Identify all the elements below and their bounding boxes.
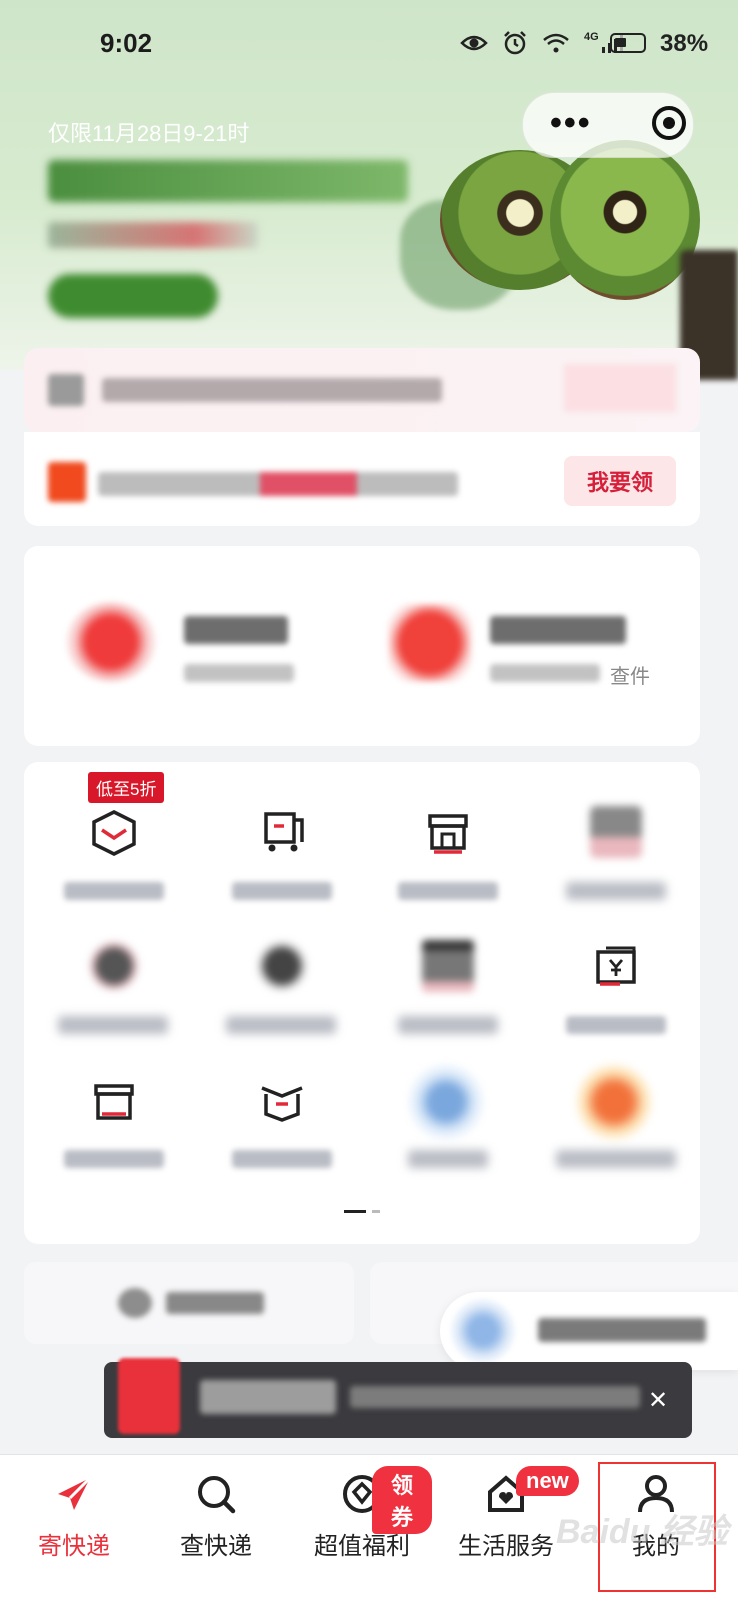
promo-subtitle [48, 222, 258, 248]
send-express-subtitle [184, 664, 294, 682]
promo-title [48, 160, 408, 202]
claim-coupon-button[interactable]: 我要领 [564, 456, 676, 506]
tab-label: 生活服务 [458, 1533, 554, 1560]
grid-item-label [398, 1016, 498, 1034]
grid-item[interactable] [198, 1064, 366, 1184]
shopping-cart-icon [576, 1064, 652, 1140]
grid-item[interactable] [198, 796, 366, 916]
notice-icon [48, 374, 84, 406]
status-icons: 4G [460, 30, 625, 56]
network-type: 4G [584, 31, 599, 43]
grid-item[interactable] [532, 1064, 700, 1184]
grid-item-label [58, 1016, 168, 1034]
tab-label: 查快递 [180, 1533, 252, 1560]
document-icon [422, 940, 474, 992]
toast-title [200, 1380, 336, 1414]
grid-item[interactable] [532, 930, 700, 1050]
store-icon [428, 814, 468, 854]
floating-service-text [538, 1318, 706, 1342]
scan-check-icon[interactable] [388, 604, 472, 682]
package-icon [92, 810, 136, 856]
battery-icon [610, 33, 646, 53]
promo-date: 仅限11月28日9-21时 [48, 121, 250, 146]
grid-item[interactable] [364, 930, 532, 1050]
battery-percentage: 38% [660, 30, 709, 57]
tab-deals[interactable]: 超值福利 领券 [292, 1466, 432, 1582]
page-indicator [372, 1210, 380, 1213]
grid-item[interactable] [364, 1064, 532, 1184]
more-menu-button[interactable]: ••• [550, 104, 592, 143]
scan-check-title[interactable] [490, 616, 626, 644]
search-icon [198, 1476, 236, 1514]
floating-service-icon [452, 1300, 514, 1362]
grid-item[interactable] [30, 796, 198, 916]
paper-plane-icon [58, 1476, 92, 1510]
box-icon [590, 806, 642, 858]
tab-life-services[interactable]: 生活服务 new [436, 1466, 579, 1582]
globe-icon [88, 940, 140, 992]
coupon-icon [48, 462, 86, 502]
notice-action-button[interactable] [564, 364, 676, 412]
new-tag: new [516, 1466, 579, 1496]
status-time: 9:02 [100, 28, 153, 58]
grid-item[interactable] [532, 796, 700, 916]
bottom-card-label [166, 1292, 264, 1314]
promo-action-button[interactable] [48, 274, 218, 318]
grid-item-label [64, 882, 164, 900]
tab-label: 寄快递 [38, 1533, 110, 1560]
grid-item-label [408, 1150, 488, 1168]
grid-item-label [556, 1150, 676, 1168]
cart-truck-icon [264, 812, 304, 852]
grid-item[interactable] [198, 930, 366, 1050]
grid-item-label [226, 1016, 336, 1034]
tab-track-express[interactable]: 查快递 [146, 1472, 286, 1582]
red-envelope-icon [118, 1358, 180, 1434]
notice-text [102, 378, 442, 402]
grid-item[interactable] [30, 930, 198, 1050]
close-icon[interactable]: ✕ [648, 1386, 668, 1415]
yuan-card-icon [596, 946, 636, 986]
large-parcel-icon [94, 1084, 134, 1120]
wifi-icon [543, 33, 569, 53]
open-box-icon [261, 1086, 303, 1122]
grid-item[interactable] [30, 1064, 198, 1184]
grid-item-label [232, 1150, 332, 1168]
grid-item[interactable] [364, 796, 532, 916]
international-icon [256, 940, 308, 992]
eye-icon [460, 35, 488, 51]
grid-item-label [566, 1016, 666, 1034]
page-indicator-active [344, 1210, 366, 1213]
send-express-icon[interactable] [66, 602, 156, 682]
alarm-icon [504, 31, 526, 55]
grid-item-label [566, 882, 666, 900]
scan-check-subtitle [490, 664, 600, 682]
grid-item-label [232, 882, 332, 900]
tab-send-express[interactable]: 寄快递 [4, 1472, 144, 1582]
coupon-text [98, 472, 458, 496]
grid-item-label [64, 1150, 164, 1168]
scan-check-subtitle-tail: 查件 [610, 666, 650, 688]
kiwi-image [550, 140, 700, 300]
grid-item-label [398, 882, 498, 900]
toast-text [350, 1386, 640, 1408]
bottom-card-icon [118, 1288, 152, 1318]
send-express-title[interactable] [184, 616, 288, 644]
watermark: Baidu 经验 [556, 1513, 728, 1551]
coupon-tag: 领券 [372, 1466, 432, 1534]
close-miniprogram-button[interactable] [652, 106, 686, 140]
plane-icon [408, 1064, 484, 1140]
